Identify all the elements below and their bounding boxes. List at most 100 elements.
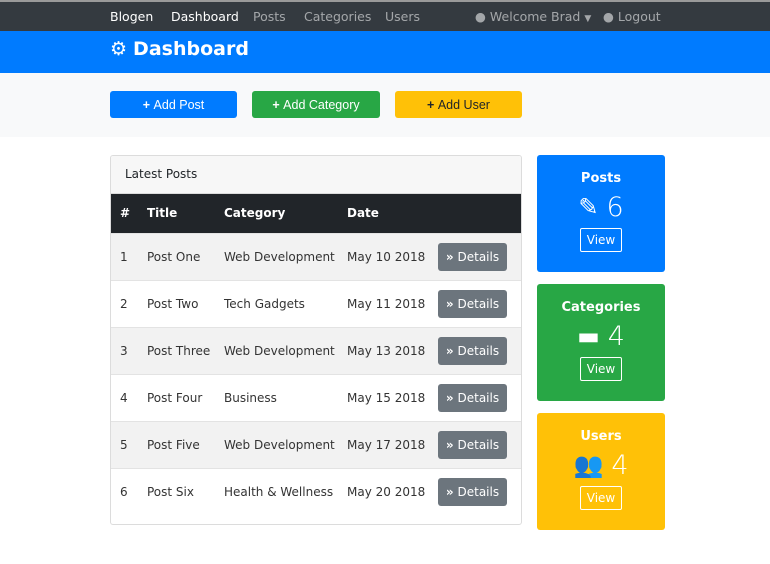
folder-icon: ▬ bbox=[577, 322, 600, 350]
angle-double-right-icon: » bbox=[445, 484, 454, 499]
post-category: Health & Wellness bbox=[215, 467, 338, 515]
nav-dashboard[interactable]: Dashboard bbox=[171, 9, 239, 24]
add-category-button[interactable]: + Add Category bbox=[252, 91, 380, 118]
card-title: Latest Posts bbox=[111, 156, 521, 194]
post-date: May 13 2018 bbox=[338, 326, 429, 374]
post-actions: » Details bbox=[429, 279, 521, 327]
stat-count: 4 bbox=[607, 320, 625, 352]
posts-table: # Title Category Date 1 Post One Web Dev… bbox=[111, 194, 521, 515]
add-category-label: Add Category bbox=[283, 97, 360, 112]
table-row: 3 Post Three Web Development May 13 2018… bbox=[111, 326, 521, 374]
post-date: May 11 2018 bbox=[338, 279, 429, 327]
angle-double-right-icon: » bbox=[445, 249, 454, 264]
col-date: Date bbox=[338, 194, 429, 233]
post-id: 4 bbox=[111, 373, 138, 421]
gear-icon: ⚙ bbox=[110, 38, 128, 60]
post-actions: » Details bbox=[429, 420, 521, 468]
post-date: May 10 2018 bbox=[338, 232, 429, 280]
plus-icon: + bbox=[142, 97, 151, 112]
view-button[interactable]: View bbox=[579, 486, 623, 510]
post-date: May 17 2018 bbox=[338, 420, 429, 468]
col-id: # bbox=[111, 194, 138, 233]
table-row: 1 Post One Web Development May 10 2018 »… bbox=[111, 232, 521, 280]
post-title: Post Five bbox=[138, 420, 215, 468]
stat-title: Categories bbox=[561, 300, 641, 315]
post-id: 2 bbox=[111, 279, 138, 327]
user-times-icon: ● bbox=[603, 9, 614, 24]
table-row: 6 Post Six Health & Wellness May 20 2018… bbox=[111, 467, 521, 515]
add-user-button[interactable]: + Add User bbox=[395, 91, 522, 118]
stat-count: 6 bbox=[606, 191, 624, 223]
view-button[interactable]: View bbox=[579, 357, 623, 381]
add-post-button[interactable]: + Add Post bbox=[110, 91, 237, 118]
logout-link[interactable]: ● Logout bbox=[603, 9, 661, 24]
details-label: Details bbox=[457, 437, 500, 452]
plus-icon: + bbox=[427, 97, 435, 112]
details-button[interactable]: » Details bbox=[438, 477, 507, 506]
details-button[interactable]: » Details bbox=[438, 242, 507, 271]
post-title: Post Three bbox=[138, 326, 215, 374]
details-label: Details bbox=[457, 249, 500, 264]
post-actions: » Details bbox=[429, 326, 521, 374]
post-title: Post Two bbox=[138, 279, 215, 327]
post-actions: » Details bbox=[429, 467, 521, 515]
post-title: Post One bbox=[138, 232, 215, 280]
post-id: 1 bbox=[111, 232, 138, 280]
post-title: Post Six bbox=[138, 467, 215, 515]
angle-double-right-icon: » bbox=[445, 343, 454, 358]
add-user-label: Add User bbox=[437, 97, 490, 112]
action-bar: + Add Post + Add Category + Add User bbox=[0, 73, 770, 137]
stat-card-posts: Posts ✎ 6 View bbox=[537, 155, 665, 272]
stat-count: 4 bbox=[611, 449, 629, 481]
page-header: ⚙ Dashboard bbox=[0, 31, 770, 73]
nav-posts[interactable]: Posts bbox=[253, 9, 286, 24]
user-dropdown[interactable]: ● Welcome Brad ▼ bbox=[475, 9, 591, 24]
post-category: Web Development bbox=[215, 326, 338, 374]
col-title: Title bbox=[138, 194, 215, 233]
table-row: 2 Post Two Tech Gadgets May 11 2018 » De… bbox=[111, 279, 521, 327]
post-category: Tech Gadgets bbox=[215, 279, 338, 327]
table-row: 5 Post Five Web Development May 17 2018 … bbox=[111, 420, 521, 468]
stat-title: Users bbox=[580, 429, 622, 444]
table-row: 4 Post Four Business May 15 2018 » Detai… bbox=[111, 373, 521, 421]
user-name: Welcome Brad bbox=[489, 9, 581, 24]
details-label: Details bbox=[457, 343, 500, 358]
caret-down-icon: ▼ bbox=[584, 14, 592, 24]
brand-link[interactable]: Blogen bbox=[110, 9, 153, 24]
post-id: 3 bbox=[111, 326, 138, 374]
post-category: Web Development bbox=[215, 420, 338, 468]
navbar: Blogen Dashboard Posts Categories Users … bbox=[0, 0, 770, 31]
details-label: Details bbox=[457, 296, 500, 311]
details-button[interactable]: » Details bbox=[438, 289, 507, 318]
latest-posts-card: Latest Posts # Title Category Date 1 Pos… bbox=[110, 155, 522, 525]
details-label: Details bbox=[457, 390, 500, 405]
post-category: Web Development bbox=[215, 232, 338, 280]
col-category: Category bbox=[215, 194, 338, 233]
post-category: Business bbox=[215, 373, 338, 421]
details-button[interactable]: » Details bbox=[438, 430, 507, 459]
post-id: 5 bbox=[111, 420, 138, 468]
logout-label: Logout bbox=[617, 9, 661, 24]
nav-users[interactable]: Users bbox=[385, 9, 420, 24]
angle-double-right-icon: » bbox=[445, 390, 454, 405]
user-icon: ● bbox=[475, 9, 486, 24]
add-post-label: Add Post bbox=[153, 97, 205, 112]
stat-card-users: Users 👥 4 View bbox=[537, 413, 665, 530]
plus-icon: + bbox=[272, 97, 280, 112]
post-date: May 15 2018 bbox=[338, 373, 429, 421]
users-icon: 👥 bbox=[573, 451, 604, 479]
details-label: Details bbox=[457, 484, 500, 499]
details-button[interactable]: » Details bbox=[438, 336, 507, 365]
post-title: Post Four bbox=[138, 373, 215, 421]
post-date: May 20 2018 bbox=[338, 467, 429, 515]
angle-double-right-icon: » bbox=[445, 296, 454, 311]
view-button[interactable]: View bbox=[579, 228, 623, 252]
details-button[interactable]: » Details bbox=[438, 383, 507, 412]
pencil-icon: ✎ bbox=[578, 193, 599, 221]
post-id: 6 bbox=[111, 467, 138, 515]
page-title: Dashboard bbox=[133, 38, 249, 60]
angle-double-right-icon: » bbox=[445, 437, 454, 452]
nav-categories[interactable]: Categories bbox=[304, 9, 371, 24]
col-actions bbox=[429, 194, 521, 233]
post-actions: » Details bbox=[429, 232, 521, 280]
